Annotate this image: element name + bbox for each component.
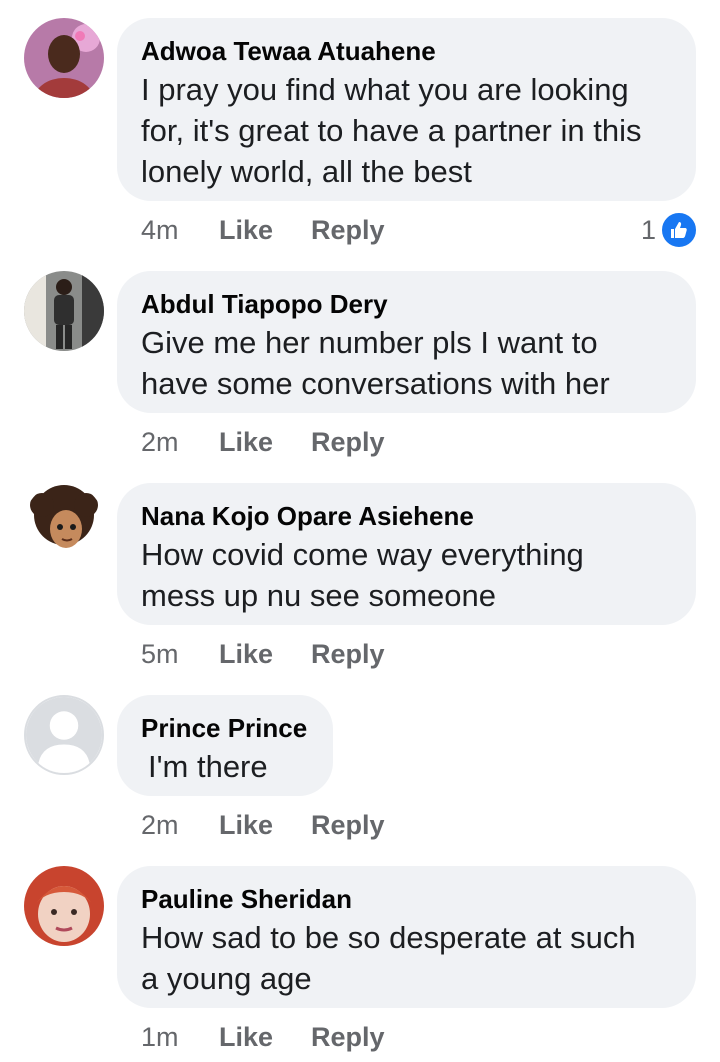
comment-bubble: Nana Kojo Opare Asiehene How covid come … [117,483,696,625]
comment-author[interactable]: Adwoa Tewaa Atuahene [141,34,672,68]
avatar[interactable] [24,695,104,775]
user-photo-icon [24,271,104,351]
like-button[interactable]: Like [219,639,311,670]
user-photo-icon [24,18,104,98]
comment-time[interactable]: 1m [141,1022,219,1053]
reaction-count: 1 [640,214,656,245]
comment-actions: 5m Like Reply [141,634,385,674]
reaction-summary[interactable]: 1 [641,210,698,250]
comment-actions: 1m Like Reply [141,1017,385,1057]
reply-button[interactable]: Reply [311,427,385,458]
comment-text: How covid come way everything mess up nu… [141,537,584,613]
reply-button[interactable]: Reply [311,639,385,670]
comment-bubble: Abdul Tiapopo Dery Give me her number pl… [117,271,696,413]
like-button[interactable]: Like [219,1022,311,1053]
comment-bubble: Adwoa Tewaa Atuahene I pray you find wha… [117,18,696,201]
comment-author[interactable]: Pauline Sheridan [141,882,672,916]
comment-actions: 4m Like Reply [141,210,385,250]
avatar[interactable] [24,271,104,351]
comment-time[interactable]: 4m [141,215,219,246]
like-button[interactable]: Like [219,215,311,246]
comment-bubble: Prince Prince I'm there [117,695,333,796]
comment-time[interactable]: 2m [141,810,219,841]
comment-bubble: Pauline Sheridan How sad to be so desper… [117,866,696,1008]
comment-author[interactable]: Nana Kojo Opare Asiehene [141,499,672,533]
reply-button[interactable]: Reply [311,810,385,841]
comment-time[interactable]: 5m [141,639,219,670]
comment-text: How sad to be so desperate at such a you… [141,920,636,996]
reply-button[interactable]: Reply [311,215,385,246]
like-button[interactable]: Like [219,427,311,458]
comment-text: Give me her number pls I want to have so… [141,325,610,401]
reply-button[interactable]: Reply [311,1022,385,1053]
comment-time[interactable]: 2m [141,427,219,458]
thumbs-up-icon [660,211,698,249]
like-button[interactable]: Like [219,810,311,841]
comment-text: I pray you find what you are looking for… [141,72,642,189]
comment-author[interactable]: Abdul Tiapopo Dery [141,287,672,321]
avatar[interactable] [24,866,104,946]
comment-text: I'm there [148,749,268,784]
user-photo-icon [24,483,104,563]
avatar[interactable] [24,483,104,563]
avatar[interactable] [24,18,104,98]
default-avatar-icon [26,697,102,773]
user-photo-icon [24,866,104,946]
comment-actions: 2m Like Reply [141,805,385,845]
comment-author[interactable]: Prince Prince [141,711,309,745]
comment-actions: 2m Like Reply [141,422,385,462]
